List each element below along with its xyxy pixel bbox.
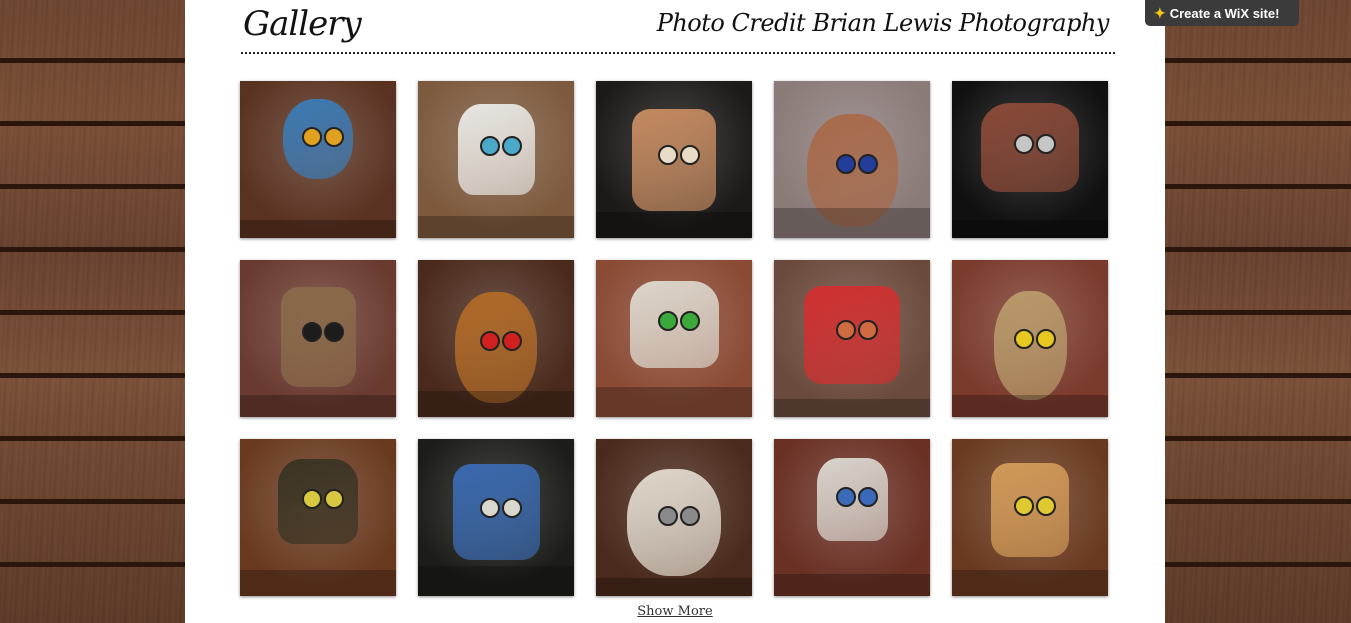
create-wix-site-button[interactable]: ✦ Create a WiX site! xyxy=(1145,0,1299,26)
thumbnail-eye xyxy=(658,144,678,165)
gallery-thumbnail[interactable] xyxy=(418,81,574,238)
thumbnail-eye xyxy=(480,135,500,156)
thumbnail-eye xyxy=(836,153,856,174)
thumbnail-base xyxy=(418,216,574,238)
gallery-thumbnail[interactable] xyxy=(418,439,574,596)
thumbnail-base xyxy=(774,399,930,417)
thumbnail-base xyxy=(418,566,574,596)
thumbnail-eye xyxy=(1014,329,1034,350)
thumbnail-base xyxy=(952,570,1108,596)
thumbnail-base xyxy=(418,391,574,417)
thumbnail-eye xyxy=(480,497,500,518)
gallery-thumbnail[interactable] xyxy=(596,81,752,238)
thumbnail-base xyxy=(240,395,396,417)
thumbnail-base xyxy=(952,220,1108,238)
gallery-thumbnail[interactable] xyxy=(596,439,752,596)
thumbnail-eye xyxy=(1036,134,1056,155)
gallery-thumbnail[interactable] xyxy=(952,260,1108,417)
thumbnail-eye xyxy=(502,135,522,156)
thumbnail-eye xyxy=(680,144,700,165)
thumbnail-eye xyxy=(302,488,322,509)
gallery-thumbnail[interactable] xyxy=(240,81,396,238)
thumbnail-eye xyxy=(324,127,344,147)
thumbnail-base xyxy=(774,208,930,238)
page-title: Gallery xyxy=(243,4,362,44)
gallery-thumbnail[interactable] xyxy=(774,260,930,417)
thumbnail-eye xyxy=(858,487,878,508)
thumbnail-base xyxy=(240,570,396,596)
wix-star-icon: ✦ xyxy=(1154,4,1166,21)
thumbnail-eye xyxy=(858,153,878,174)
gallery-thumbnail[interactable] xyxy=(240,439,396,596)
gallery-thumbnail[interactable] xyxy=(418,260,574,417)
thumbnail-eye xyxy=(302,322,322,342)
thumbnail-eye xyxy=(1036,495,1056,516)
thumbnail-base xyxy=(596,387,752,417)
thumbnail-eye xyxy=(480,330,500,351)
thumbnail-eye xyxy=(502,330,522,351)
gallery-thumbnail[interactable] xyxy=(774,81,930,238)
content-panel: Gallery Photo Credit Brian Lewis Photogr… xyxy=(185,0,1165,623)
gallery-thumbnail[interactable] xyxy=(952,439,1108,596)
thumbnail-eye xyxy=(302,127,322,147)
thumbnail-base xyxy=(774,574,930,596)
thumbnail-eye xyxy=(324,488,344,509)
gallery-thumbnail[interactable] xyxy=(240,260,396,417)
gallery-thumbnail[interactable] xyxy=(774,439,930,596)
photo-credit: Photo Credit Brian Lewis Photography xyxy=(656,9,1110,37)
thumbnail-eye xyxy=(1036,329,1056,350)
show-more-link[interactable]: Show More xyxy=(185,604,1165,619)
thumbnail-eye xyxy=(502,497,522,518)
gallery-thumbnail[interactable] xyxy=(596,260,752,417)
gallery-grid xyxy=(240,81,1108,596)
thumbnail-eye xyxy=(324,322,344,342)
thumbnail-base xyxy=(596,212,752,238)
thumbnail-eye xyxy=(1014,495,1034,516)
thumbnail-base xyxy=(240,220,396,238)
wix-banner-label: Create a WiX site! xyxy=(1169,5,1280,21)
thumbnail-eye xyxy=(836,487,856,508)
thumbnail-eye xyxy=(1014,134,1034,155)
thumbnail-base xyxy=(596,578,752,596)
dotted-divider xyxy=(241,52,1115,54)
thumbnail-base xyxy=(952,395,1108,417)
gallery-thumbnail[interactable] xyxy=(952,81,1108,238)
